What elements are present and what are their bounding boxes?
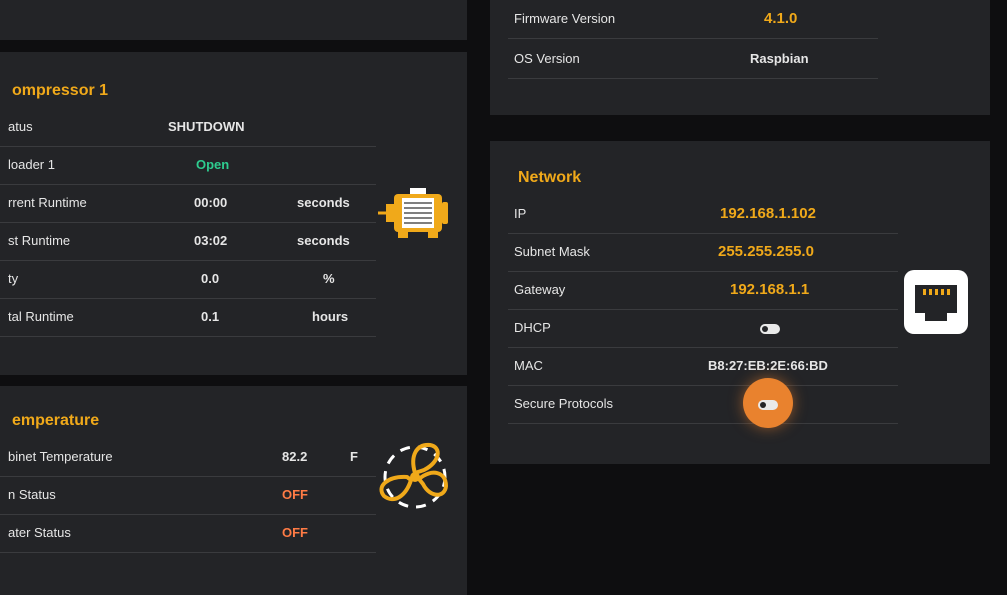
compressor-row-duty: ty 0.0 % [0,260,376,299]
network-panel: Network IP 192.168.1.102 Subnet Mask 255… [490,141,990,464]
row-unit: F [350,449,358,464]
row-value: OFF [282,487,308,502]
compressor-motor-icon [378,188,448,238]
system-row-firmware: Firmware Version 4.1.0 [508,0,878,39]
compressor-row-current-runtime: rrent Runtime 00:00 seconds [0,184,376,223]
temperature-title: emperature [12,412,100,429]
row-value: 00:00 [194,195,228,210]
network-row-ip: IP 192.168.1.102 [508,195,898,234]
row-value: 0.0 [201,271,220,286]
secure-protocols-toggle[interactable] [758,399,778,410]
row-label: st Runtime [8,233,71,248]
row-value: 03:02 [194,233,228,248]
row-value: Raspbian [750,51,809,66]
row-value: 82.2 [282,449,308,464]
compressor-row-last-runtime: st Runtime 03:02 seconds [0,222,376,261]
row-value: OFF [282,525,308,540]
temperature-row-fan: n Status OFF [0,476,376,515]
network-row-subnet: Subnet Mask 255.255.255.0 [508,233,898,272]
network-row-mac: MAC B8:27:EB:2E:66:BD [508,347,898,386]
row-label: Secure Protocols [514,396,613,411]
dhcp-toggle[interactable] [760,323,780,334]
row-label: Gateway [514,282,566,297]
row-value: Open [196,157,230,172]
network-row-dhcp: DHCP [508,309,898,348]
row-label: loader 1 [8,157,55,172]
top-strip-panel [0,0,467,40]
row-label: n Status [8,487,56,502]
ethernet-port-icon [904,270,968,334]
row-label: rrent Runtime [8,195,87,210]
row-value: 4.1.0 [764,10,798,27]
row-value: 192.168.1.1 [730,281,810,298]
row-unit: hours [312,309,349,324]
row-label: DHCP [514,320,551,335]
temperature-row-cabinet: binet Temperature 82.2 F [0,438,376,477]
compressor-row-unloader: loader 1 Open [0,146,376,185]
row-unit: seconds [297,233,350,248]
row-label: IP [514,206,527,221]
compressor-row-status: atus SHUTDOWN [0,108,376,147]
row-label: ater Status [8,525,71,540]
compressor-title: ompressor 1 [12,82,109,99]
temperature-panel: emperature binet Temperature 82.2 F n St… [0,386,467,595]
network-row-gateway: Gateway 192.168.1.1 [508,271,898,310]
compressor-panel: ompressor 1 atus SHUTDOWN loader 1 Open … [0,52,467,375]
temperature-row-heater: ater Status OFF [0,514,376,553]
row-value: 192.168.1.102 [720,205,816,222]
row-unit: % [323,271,335,286]
row-label: Firmware Version [514,11,616,26]
network-row-secure-protocols: Secure Protocols [508,378,898,428]
row-label: Subnet Mask [514,244,590,259]
row-label: ty [8,271,19,286]
row-label: tal Runtime [8,309,74,324]
row-label: OS Version [514,51,580,66]
fan-icon [379,442,448,509]
row-value: 0.1 [201,309,220,324]
network-title: Network [518,169,582,186]
row-label: binet Temperature [8,449,113,464]
system-info-panel: Firmware Version 4.1.0 OS Version Raspbi… [490,0,990,115]
compressor-row-total-runtime: tal Runtime 0.1 hours [0,298,376,337]
row-unit: seconds [297,195,350,210]
system-row-os: OS Version Raspbian [508,40,878,79]
row-label: MAC [514,358,543,373]
row-value: SHUTDOWN [168,119,245,134]
row-label: atus [8,119,33,134]
row-value: 255.255.255.0 [718,243,814,260]
